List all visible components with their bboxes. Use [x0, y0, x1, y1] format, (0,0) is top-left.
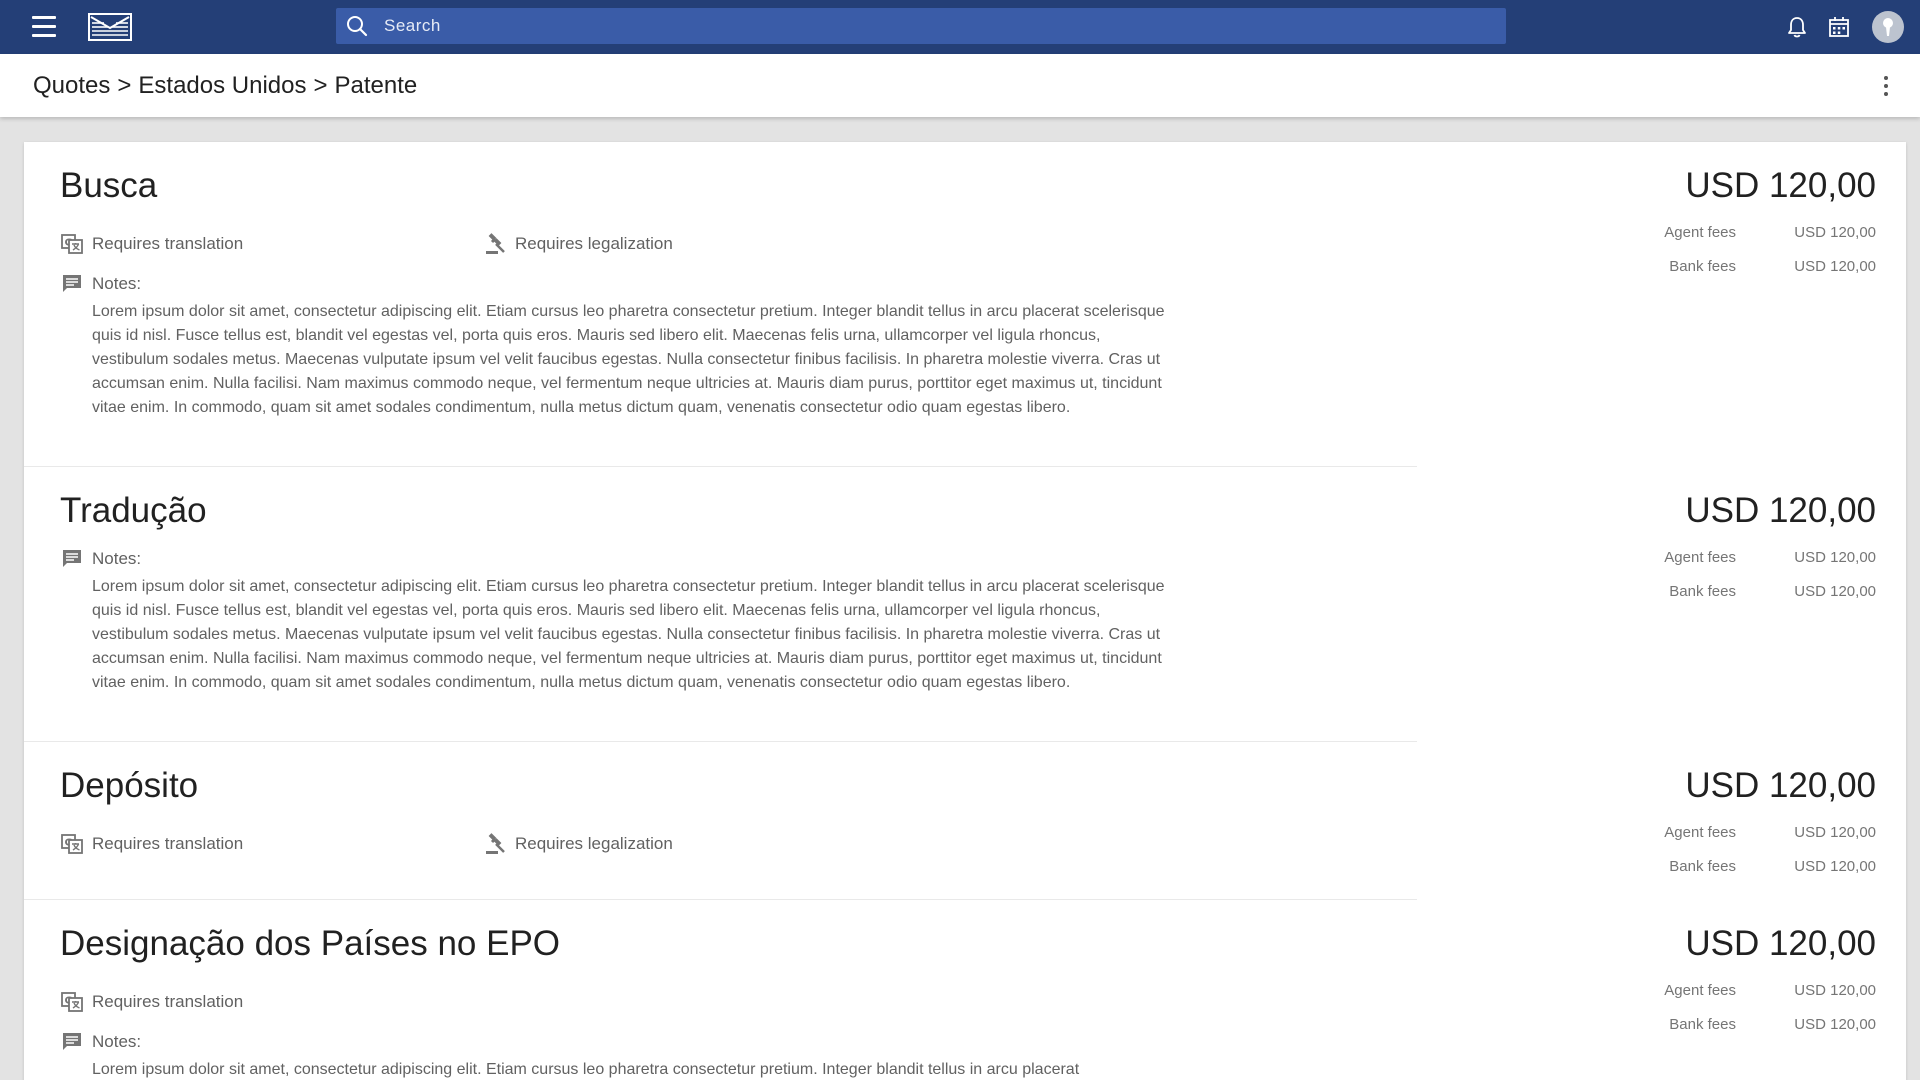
comment-icon [60, 272, 84, 296]
requires-legalization-label: Requires legalization [515, 234, 673, 253]
notifications-bell-icon[interactable] [1784, 14, 1810, 40]
menu-icon[interactable] [30, 14, 60, 40]
agent-fees-label: Agent fees [1664, 549, 1736, 566]
section-divider [24, 899, 1417, 900]
requires-translation: G Requires translation [60, 232, 243, 256]
app-logo[interactable] [88, 12, 132, 42]
agent-fees-value: USD 120,00 [1794, 982, 1876, 999]
notes-label: Notes: [92, 1032, 142, 1051]
agent-fees-value: USD 120,00 [1794, 549, 1876, 566]
bank-fees-value: USD 120,00 [1794, 258, 1876, 275]
top-app-bar [0, 0, 1920, 54]
translate-icon: G [60, 990, 84, 1014]
comment-icon [60, 1030, 84, 1054]
bank-fees-value: USD 120,00 [1794, 858, 1876, 875]
requires-translation: G Requires translation [60, 832, 243, 856]
section-divider [24, 466, 1417, 467]
search-input[interactable] [384, 8, 1484, 44]
agent-fees-value: USD 120,00 [1794, 224, 1876, 241]
requires-legalization: Requires legalization [483, 832, 673, 856]
agent-fees-label: Agent fees [1664, 982, 1736, 999]
agent-fees-label: Agent fees [1664, 824, 1736, 841]
section-title: Designação dos Países no EPO [60, 924, 561, 963]
breadcrumb: Quotes > Estados Unidos > Patente [33, 72, 417, 100]
translate-icon: G [60, 232, 84, 256]
breadcrumb-item-country[interactable]: Estados Unidos [138, 72, 306, 99]
bank-fees-label: Bank fees [1669, 258, 1736, 275]
notes-text: Lorem ipsum dolor sit amet, consectetur … [92, 1061, 1080, 1078]
agent-fees-label: Agent fees [1664, 224, 1736, 241]
breadcrumb-separator: > [117, 72, 132, 99]
gavel-icon [483, 832, 507, 856]
bank-fees-value: USD 120,00 [1794, 583, 1876, 600]
breadcrumb-item-quotes[interactable]: Quotes [33, 72, 110, 99]
requires-legalization: Requires legalization [483, 232, 673, 256]
section-total-price: USD 120,00 [1685, 166, 1876, 205]
search-icon [346, 15, 368, 37]
breadcrumb-bar: Quotes > Estados Unidos > Patente [0, 54, 1920, 117]
breadcrumb-item-current: Patente [334, 72, 418, 99]
quote-card: Busca USD 120,00 Agent fees USD 120,00 B… [24, 142, 1906, 1080]
requires-legalization-label: Requires legalization [515, 834, 673, 853]
breadcrumb-separator: > [313, 72, 328, 99]
section-title: Depósito [60, 766, 199, 805]
bank-fees-value: USD 120,00 [1794, 1016, 1876, 1033]
comment-icon [60, 547, 84, 571]
requires-translation: G Requires translation [60, 990, 243, 1014]
search-bar[interactable] [336, 8, 1506, 44]
notes-text: Lorem ipsum dolor sit amet, consectetur … [92, 303, 1165, 416]
calendar-icon[interactable] [1826, 14, 1852, 40]
section-total-price: USD 120,00 [1685, 766, 1876, 805]
notes-label-row: Notes: [60, 547, 141, 571]
bank-fees-label: Bank fees [1669, 583, 1736, 600]
agent-fees-value: USD 120,00 [1794, 824, 1876, 841]
notes-text: Lorem ipsum dolor sit amet, consectetur … [92, 578, 1165, 691]
gavel-icon [483, 232, 507, 256]
section-title: Tradução [60, 491, 207, 530]
notes-label: Notes: [92, 549, 142, 568]
section-divider [24, 741, 1417, 742]
requires-translation-label: Requires translation [92, 834, 244, 853]
bank-fees-label: Bank fees [1669, 1016, 1736, 1033]
user-avatar[interactable] [1872, 11, 1904, 43]
section-total-price: USD 120,00 [1685, 924, 1876, 963]
notes-label: Notes: [92, 274, 142, 293]
notes-label-row: Notes: [60, 1030, 141, 1054]
translate-icon: G [60, 832, 84, 856]
section-title: Busca [60, 166, 158, 205]
bank-fees-label: Bank fees [1669, 858, 1736, 875]
requires-translation-label: Requires translation [92, 992, 244, 1011]
requires-translation-label: Requires translation [92, 234, 244, 253]
section-total-price: USD 120,00 [1685, 491, 1876, 530]
notes-label-row: Notes: [60, 272, 141, 296]
more-vert-icon[interactable] [1874, 74, 1898, 98]
